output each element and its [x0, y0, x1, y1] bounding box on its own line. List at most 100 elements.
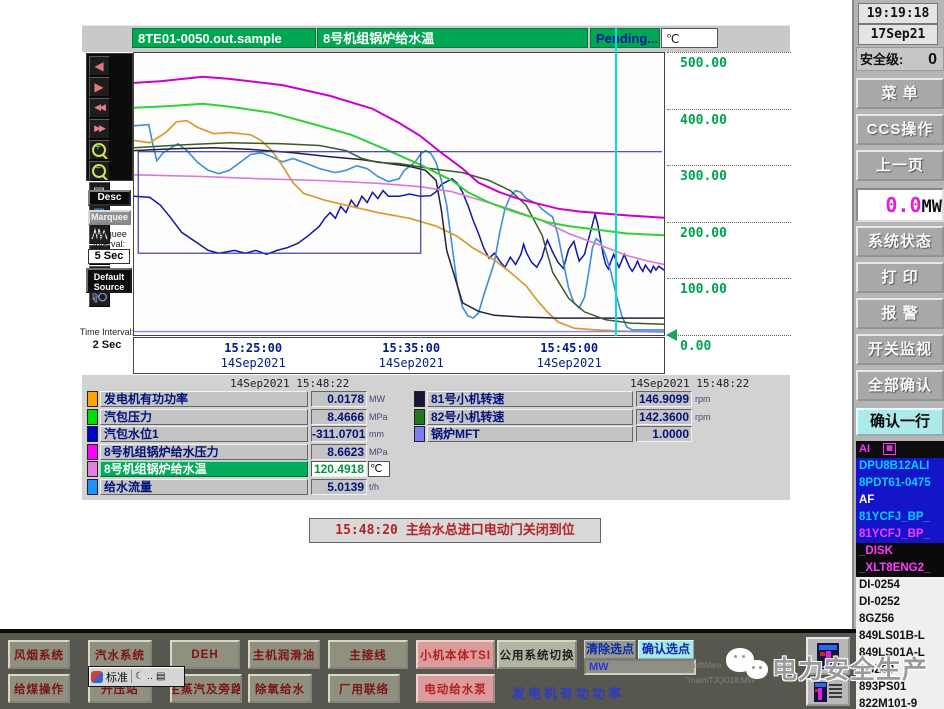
pen-color-swatch	[87, 461, 98, 478]
menu-button[interactable]: 开关监视	[856, 334, 944, 365]
trend-title-field[interactable]: 8号机组锅炉给水温	[317, 28, 588, 48]
grid-dotline	[667, 335, 791, 336]
marquee-interval-value[interactable]: 5 Sec	[88, 249, 130, 264]
load-unit: MW	[921, 197, 942, 217]
nav-button[interactable]: 给煤操作	[8, 674, 70, 703]
pen-name-cell[interactable]: 8号机组锅炉给水温	[100, 461, 308, 478]
alarm-item[interactable]: 849LS01A-L	[856, 645, 944, 662]
pen-name-cell[interactable]: 汽包压力	[100, 408, 308, 425]
ime-toolbar[interactable]: 标准 ☾ ‥ ▤	[88, 666, 185, 687]
menu-button[interactable]: 菜 单	[856, 78, 944, 109]
y-tick-label: 100.00	[680, 282, 727, 298]
footer-timestamp-right: 14Sep2021 15:48:22	[630, 377, 750, 390]
nav-button[interactable]: 汽水系统	[88, 640, 152, 669]
software-path-text: /SoftWare	[686, 661, 722, 670]
grid-dotline	[667, 108, 791, 110]
pen-value-cell: 5.0139	[311, 479, 367, 495]
zoom-in-icon[interactable]: +	[88, 139, 110, 160]
alarm-item[interactable]: 8GZ58	[856, 662, 944, 679]
nav-button[interactable]: 主机润滑油	[248, 640, 320, 669]
pen-name-cell[interactable]: 发电机有功功率	[100, 391, 308, 407]
menu-button[interactable]: 全部确认	[856, 370, 944, 401]
pen-name-cell[interactable]: 汽包水位1	[100, 426, 308, 443]
nav-button[interactable]: 公用系统切换	[497, 640, 577, 669]
marquee-interval-label: Marquee Interval:	[91, 229, 127, 249]
alarm-item[interactable]: 8GZ56	[856, 611, 944, 628]
ime-moon-icon[interactable]: ☾	[135, 671, 144, 682]
menu-button[interactable]: 上一页	[856, 150, 944, 181]
pen-name-cell[interactable]: 锅炉MFT	[427, 426, 633, 443]
pen-value-cell: 142.3600	[636, 408, 692, 425]
alarm-item[interactable]: 81YCFJ_BP_	[856, 526, 944, 543]
zoom-out-icon[interactable]: −	[88, 160, 110, 181]
nav-button[interactable]: 厂用联络	[328, 674, 400, 703]
pen-name-cell[interactable]: 81号小机转速	[427, 391, 633, 407]
pen-name-cell[interactable]: 82号小机转速	[427, 408, 633, 425]
pen-value-cell: -311.0701	[311, 426, 367, 443]
pen-name-cell[interactable]: 给水流量	[100, 479, 308, 495]
desc-button[interactable]: Desc	[88, 190, 131, 206]
nav-button[interactable]: 主接线	[328, 640, 408, 669]
ime-globe-icon[interactable]	[91, 670, 103, 683]
alarm-item[interactable]: _XLT8ENG2_	[856, 560, 944, 577]
nav-button[interactable]: 小机本体TSI	[416, 640, 495, 669]
dcs-trend-screen: 8TE01-0050.out.sample 8号机组锅炉给水温 Pending.…	[0, 0, 944, 709]
pen-value-cell: 120.4918	[311, 461, 367, 478]
fast-back-icon[interactable]: ◀◀	[88, 97, 110, 118]
trend-chart-area[interactable]	[133, 52, 665, 336]
alarm-item[interactable]: 849LS01B-L	[856, 628, 944, 645]
clear-selection-button[interactable]: 清除选点	[584, 640, 636, 659]
y-tick-label: 400.00	[680, 112, 727, 128]
fast-forward-icon[interactable]: ▶▶	[88, 118, 110, 139]
default-source-button[interactable]: Default Source	[86, 268, 132, 293]
alarm-item[interactable]: DI-0252	[856, 594, 944, 611]
alarm-item[interactable]: 81YCFJ_BP_	[856, 509, 944, 526]
back-icon[interactable]: ◀	[88, 55, 110, 76]
nav-button[interactable]: 电动给水泵	[416, 674, 495, 703]
menu-button[interactable]: 系统状态	[856, 226, 944, 257]
point-input-field[interactable]: MW	[584, 659, 696, 675]
ime-mode-label[interactable]: 标准	[106, 669, 128, 685]
pen-color-swatch	[414, 426, 425, 443]
clock-date: 17Sep21	[858, 24, 938, 45]
ime-punct-icon[interactable]: ‥	[147, 671, 153, 682]
y-tick-label: 200.00	[680, 225, 727, 241]
trend-display-button[interactable]	[806, 637, 850, 675]
ime-keyboard-icon[interactable]: ▤	[156, 671, 165, 682]
panel-mini-icon[interactable]: ▦	[883, 443, 897, 456]
footer-timestamp-left: 14Sep2021 15:48:22	[230, 377, 350, 390]
confirm-one-row-button[interactable]: 确认一行	[856, 408, 944, 436]
alarm-item[interactable]: 822M101-9	[856, 696, 944, 709]
alarm-item[interactable]: _DISK	[856, 543, 944, 560]
chart-cursor-line[interactable]	[615, 28, 617, 336]
nav-button[interactable]: 除氧给水	[248, 674, 312, 703]
confirm-selection-button[interactable]: 确认选点	[638, 640, 694, 659]
curve-汽包水位1	[134, 177, 664, 274]
marquee-button[interactable]: Marquee	[88, 210, 131, 225]
ai-label: AI	[859, 443, 870, 455]
zero-marker-icon	[666, 329, 677, 341]
pen-unit-cell: mm	[369, 429, 384, 440]
nav-button[interactable]: DEH	[170, 640, 240, 669]
alarm-item[interactable]: 8PDT61-0475	[856, 475, 944, 492]
alarm-item[interactable]: DPU8B12ALI	[856, 458, 944, 475]
selection-box[interactable]	[137, 151, 422, 254]
menu-button[interactable]: 报 警	[856, 298, 944, 329]
pen-color-swatch	[87, 408, 98, 425]
sample-name-field[interactable]: 8TE01-0050.out.sample	[132, 28, 316, 48]
clock-time: 19:19:18	[858, 3, 938, 24]
alarm-item[interactable]: AF	[856, 492, 944, 509]
pen-value-cell: 1.0000	[636, 426, 692, 443]
grid-dotline	[667, 165, 791, 167]
pending-status: Pending...	[590, 28, 660, 48]
alarm-item[interactable]: DI-0254	[856, 577, 944, 594]
menu-button[interactable]: CCS操作	[856, 114, 944, 145]
alarm-item[interactable]: 893PS01	[856, 679, 944, 696]
pen-unit-cell: MPa	[369, 411, 388, 422]
nav-button[interactable]: 风烟系统	[8, 640, 70, 669]
menu-button[interactable]: 打 印	[856, 262, 944, 293]
trend-list-button[interactable]	[806, 678, 850, 706]
security-level-label: 安全级:	[860, 52, 904, 67]
forward-icon[interactable]: ▶	[88, 76, 110, 97]
pen-name-cell[interactable]: 8号机组锅炉给水压力	[100, 443, 308, 460]
